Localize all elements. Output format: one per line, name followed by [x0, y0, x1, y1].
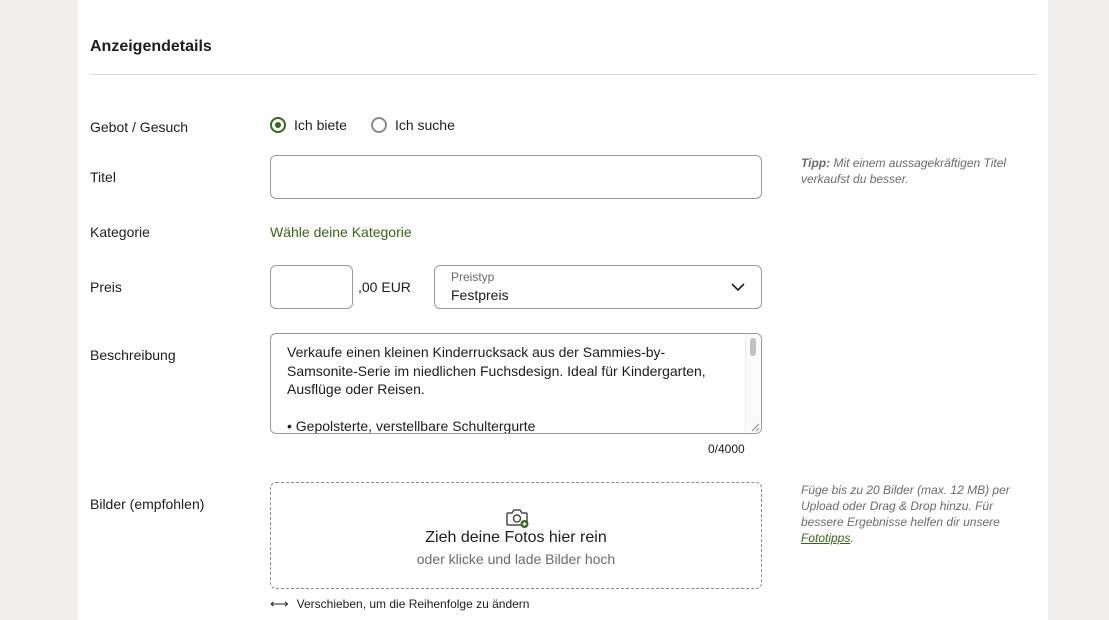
description-textarea[interactable]: Verkaufe einen kleinen Kinderrucksack au… — [270, 333, 762, 434]
radio-ich-suche-label[interactable]: Ich suche — [395, 117, 455, 133]
title-tip-text: Mit einem aussagekräftigen Titel verkauf… — [801, 156, 1007, 186]
price-input[interactable] — [270, 265, 353, 309]
radio-ich-suche[interactable]: Ich suche — [370, 117, 455, 133]
images-label: Bilder (empfohlen) — [90, 496, 205, 512]
image-dropzone[interactable]: Zieh deine Fotos hier rein oder klicke u… — [270, 482, 762, 589]
price-currency-suffix: ,00 EUR — [358, 279, 411, 295]
scrollbar-thumb[interactable] — [750, 338, 756, 356]
camera-icon — [506, 509, 529, 528]
reorder-hint: ⟷ Verschieben, um die Reihenfolge zu änd… — [270, 596, 529, 612]
category-label: Kategorie — [90, 224, 150, 240]
description-label: Beschreibung — [90, 347, 176, 363]
price-label: Preis — [90, 279, 122, 295]
description-char-counter: 0/4000 — [708, 442, 745, 456]
chevron-down-icon[interactable] — [731, 280, 745, 294]
dropzone-subtitle: oder klicke und lade Bilder hoch — [416, 551, 616, 567]
description-text[interactable]: Verkaufe einen kleinen Kinderrucksack au… — [287, 343, 727, 433]
title-tip: Tipp: Mit einem aussagekräftigen Titel v… — [801, 155, 1016, 187]
price-type-select[interactable]: Preistyp Festpreis — [434, 265, 762, 309]
radio-ich-biete-label[interactable]: Ich biete — [294, 117, 347, 133]
resize-grip-icon[interactable] — [750, 422, 760, 432]
price-type-label: Preistyp — [451, 270, 495, 284]
reorder-hint-text: Verschieben, um die Reihenfolge zu änder… — [296, 597, 530, 611]
radio-checked-icon[interactable] — [270, 117, 286, 133]
title-tip-bold: Tipp: — [801, 156, 831, 170]
images-tip-text: Füge bis zu 20 Bilder (max. 12 MB) per U… — [801, 483, 1010, 529]
dropzone-title: Zieh deine Fotos hier rein — [425, 529, 607, 546]
section-title: Anzeigendetails — [90, 38, 212, 55]
title-label: Titel — [90, 169, 116, 185]
radio-unchecked-icon[interactable] — [370, 117, 387, 133]
images-tip-end: . — [850, 531, 854, 545]
price-type-value: Festpreis — [451, 287, 509, 303]
choose-category-link[interactable]: Wähle deine Kategorie — [270, 224, 412, 240]
photo-tips-link[interactable]: Fototipps — [801, 531, 850, 545]
offer-type-label: Gebot / Gesuch — [90, 119, 189, 135]
arrows-horizontal-icon: ⟷ — [270, 596, 289, 611]
divider — [90, 74, 1036, 75]
description-scrollbar[interactable] — [745, 334, 761, 433]
offer-type-radio-group: Ich biete Ich suche — [270, 117, 479, 133]
form-card: Anzeigendetails Gebot / Gesuch Ich biete… — [78, 0, 1048, 620]
images-tip: Füge bis zu 20 Bilder (max. 12 MB) per U… — [801, 482, 1016, 546]
title-input[interactable] — [270, 155, 762, 199]
radio-ich-biete[interactable]: Ich biete — [270, 117, 347, 133]
